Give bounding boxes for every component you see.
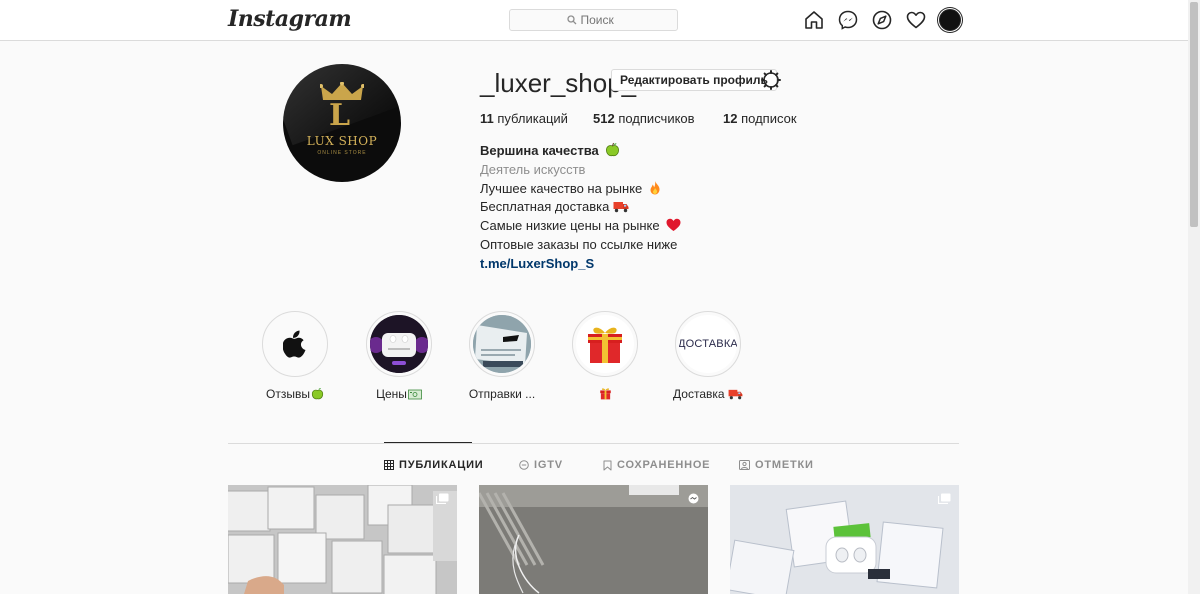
package-photo (473, 315, 531, 373)
bio-line: Самые низкие цены на рынке (480, 218, 660, 234)
bio-line: Оптовые заказы по ссылке ниже (480, 236, 678, 252)
tab-label: IGTV (534, 459, 563, 471)
followers-count: 512 (593, 111, 615, 126)
airpods-boxes-photo (228, 485, 457, 594)
airpods-pro-photo (730, 485, 959, 594)
profile-stats: 11 публикаций 512 подписчиков 12 подписо… (480, 111, 797, 126)
highlight-label: Доставка (673, 387, 725, 401)
highlight-cover-text: ДОСТАВКА (679, 338, 737, 350)
profile-tabs: ПУБЛИКАЦИИ IGTV СОХРАНЕННОЕ ОТМЕТКИ (384, 459, 814, 471)
bio-line: Бесплатная доставка (480, 199, 610, 215)
red-heart-icon (666, 218, 681, 232)
posts-label: публикаций (497, 111, 568, 126)
brand-subtitle: ONLINE STORE (317, 150, 367, 156)
green-apple-icon (311, 388, 324, 400)
page-scrollbar[interactable] (1188, 0, 1200, 594)
brand-letter: L (329, 98, 351, 133)
highlight-label: Отправки ... (468, 387, 536, 401)
top-navbar: Instagram (0, 0, 1188, 41)
highlight-otpravki[interactable]: Отправки ... (462, 311, 542, 401)
delivery-truck-icon (728, 389, 743, 400)
profile-category: Деятель искусств (480, 161, 586, 177)
highlight-cover (572, 311, 638, 377)
post-thumbnail[interactable] (730, 485, 959, 594)
posts-count: 11 (480, 111, 494, 126)
money-icon (408, 389, 422, 400)
following-count: 12 (723, 111, 738, 126)
highlight-cover (262, 311, 328, 377)
highlight-label: Цены (376, 387, 407, 401)
tab-saved[interactable]: СОХРАНЕННОЕ (603, 459, 739, 471)
brand-name: LUX SHOP (306, 134, 378, 148)
active-tab-indicator (384, 442, 472, 443)
explore-icon[interactable] (871, 9, 893, 31)
airpods-icon (370, 315, 428, 373)
followers-stat[interactable]: 512 подписчиков (593, 111, 723, 126)
grid-icon (384, 460, 394, 470)
profile-avatar-button[interactable] (939, 9, 961, 31)
igtv-icon (688, 493, 699, 504)
messenger-icon[interactable] (837, 9, 859, 31)
highlight-dostavka[interactable]: ДОСТАВКА Доставка (668, 311, 748, 401)
avatar (939, 9, 961, 31)
posts-stat: 11 публикаций (480, 111, 593, 126)
tab-label: ПУБЛИКАЦИИ (399, 459, 484, 471)
bio-line: Лучшее качество на рынке (480, 180, 643, 196)
shipment-photo (479, 485, 708, 594)
gift-icon (588, 327, 622, 363)
highlight-tseny[interactable]: Цены (359, 311, 439, 401)
search-input[interactable] (580, 13, 621, 27)
profile-bio: Вершина качества Деятель искусств Лучшее… (480, 142, 681, 274)
profile-full-name: Вершина качества (480, 143, 599, 158)
delivery-truck-icon (613, 202, 629, 213)
tab-publications[interactable]: ПУБЛИКАЦИИ (384, 459, 519, 471)
scrollbar-thumb[interactable] (1190, 2, 1198, 227)
bookmark-icon (603, 460, 612, 470)
highlight-otzyvy[interactable]: Отзывы (255, 311, 335, 401)
fire-icon (650, 180, 660, 195)
following-stat[interactable]: 12 подписок (723, 111, 797, 126)
instagram-logo[interactable]: Instagram (228, 6, 352, 32)
post-thumbnail[interactable] (228, 485, 457, 594)
heart-icon[interactable] (905, 9, 927, 31)
highlight-cover (469, 311, 535, 377)
tabs-divider (228, 443, 959, 444)
tab-igtv[interactable]: IGTV (519, 459, 603, 471)
highlight-cover (366, 311, 432, 377)
tab-tagged[interactable]: ОТМЕТКИ (739, 459, 814, 471)
bio-link[interactable]: t.me/LuxerShop_S (480, 256, 594, 271)
gear-icon[interactable] (761, 70, 781, 90)
gift-icon (599, 388, 611, 400)
tab-label: СОХРАНЕННОЕ (617, 459, 711, 471)
green-apple-icon (606, 142, 620, 157)
profile-avatar[interactable]: L LUX SHOP ONLINE STORE (283, 64, 401, 182)
igtv-icon (519, 460, 529, 470)
followers-label: подписчиков (618, 111, 695, 126)
tab-label: ОТМЕТКИ (755, 459, 814, 471)
search-icon (566, 15, 576, 25)
following-label: подписок (741, 111, 797, 126)
search-box[interactable] (509, 9, 678, 31)
highlight-cover: ДОСТАВКА (675, 311, 741, 377)
carousel-icon (938, 493, 951, 504)
home-icon[interactable] (803, 9, 825, 31)
highlight-label: Отзывы (266, 387, 310, 401)
carousel-icon (436, 493, 449, 504)
post-thumbnail[interactable] (479, 485, 708, 594)
apple-icon (283, 330, 306, 358)
tagged-icon (739, 460, 750, 470)
edit-profile-button[interactable]: Редактировать профиль (611, 69, 777, 91)
highlight-gift[interactable] (565, 311, 645, 401)
